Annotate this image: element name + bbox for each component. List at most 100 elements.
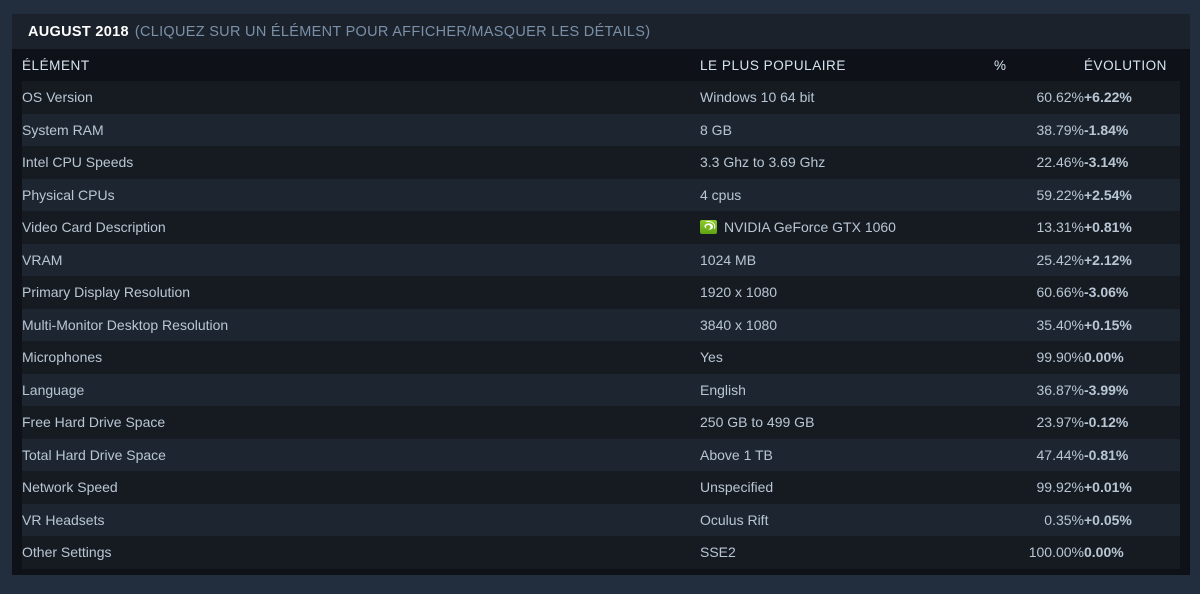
cell-element: System RAM	[22, 121, 104, 138]
cell-percent: 60.66%	[1036, 284, 1084, 301]
cell-element: Multi-Monitor Desktop Resolution	[22, 316, 229, 333]
cell-percent: 60.62%	[1036, 89, 1084, 106]
cell-evolution: +0.15%	[1084, 316, 1132, 333]
table-row-multi-monitor-desktop-resolution[interactable]: Multi-Monitor Desktop Resolution 3840 x …	[22, 308, 1180, 342]
cell-most-popular-label: 250 GB to 499 GB	[700, 414, 815, 431]
cell-most-popular: English	[700, 374, 994, 407]
cell-most-popular-label: 1024 MB	[700, 251, 757, 268]
table-row-vram[interactable]: VRAM 1024 MB 25.42% +2.12%	[22, 243, 1180, 277]
cell-evolution: -3.06%	[1084, 284, 1129, 301]
cell-most-popular: Yes	[700, 341, 994, 374]
cell-most-popular-label: 8 GB	[700, 121, 732, 138]
cell-percent: 23.97%	[1036, 414, 1084, 431]
table-header-row: ÉLÉMENT LE PLUS POPULAIRE % ÉVOLUTION	[22, 49, 1180, 81]
cell-most-popular-label: 3.3 Ghz to 3.69 Ghz	[700, 154, 826, 171]
table-row-language[interactable]: Language English 36.87% -3.99%	[22, 373, 1180, 407]
column-header-percent[interactable]: %	[994, 49, 1084, 81]
hardware-survey-table: ÉLÉMENT LE PLUS POPULAIRE % ÉVOLUTION OS…	[22, 49, 1180, 569]
table-row-other-settings[interactable]: Other Settings SSE2 100.00% 0.00%	[22, 536, 1180, 569]
cell-most-popular-label: 3840 x 1080	[700, 316, 778, 333]
column-header-element[interactable]: ÉLÉMENT	[22, 49, 700, 81]
cell-element: Free Hard Drive Space	[22, 414, 166, 431]
table-row-microphones[interactable]: Microphones Yes 99.90% 0.00%	[22, 341, 1180, 374]
table-row-system-ram[interactable]: System RAM 8 GB 38.79% -1.84%	[22, 113, 1180, 147]
cell-most-popular: SSE2	[700, 536, 994, 569]
cell-percent: 25.42%	[1036, 251, 1084, 268]
steam-hardware-survey-panel: AUGUST 2018 (CLIQUEZ SUR UN ÉLÉMENT POUR…	[12, 14, 1190, 575]
cell-most-popular: Above 1 TB	[700, 439, 994, 472]
cell-element: OS Version	[22, 89, 93, 106]
cell-percent: 36.87%	[1036, 381, 1084, 398]
table-row-primary-display-resolution[interactable]: Primary Display Resolution 1920 x 1080 6…	[22, 276, 1180, 309]
cell-element: Network Speed	[22, 479, 118, 496]
cell-percent: 99.92%	[1036, 479, 1084, 496]
cell-evolution: -1.84%	[1084, 121, 1129, 138]
cell-percent: 100.00%	[1028, 544, 1084, 561]
cell-element: Primary Display Resolution	[22, 284, 191, 301]
cell-most-popular-label: Oculus Rift	[700, 511, 769, 528]
cell-most-popular: 3840 x 1080	[700, 309, 994, 342]
cell-percent: 0.35%	[1044, 511, 1084, 528]
column-header-evolution[interactable]: ÉVOLUTION	[1084, 49, 1180, 81]
cell-percent: 47.44%	[1036, 446, 1084, 463]
table-container: ÉLÉMENT LE PLUS POPULAIRE % ÉVOLUTION OS…	[12, 49, 1190, 569]
cell-evolution: +0.01%	[1084, 479, 1132, 496]
cell-most-popular-label: English	[700, 381, 746, 398]
cell-evolution: +2.12%	[1084, 251, 1132, 268]
cell-most-popular: Oculus Rift	[700, 504, 994, 537]
cell-evolution: -3.99%	[1084, 381, 1129, 398]
cell-most-popular-label: Above 1 TB	[700, 446, 773, 463]
cell-most-popular: Unspecified	[700, 471, 994, 504]
cell-element: VR Headsets	[22, 511, 105, 528]
cell-evolution: 0.00%	[1084, 349, 1124, 366]
cell-element: Video Card Description	[22, 219, 166, 236]
cell-most-popular-label: SSE2	[700, 544, 736, 561]
cell-most-popular: 4 cpus	[700, 179, 994, 212]
cell-element: Physical CPUs	[22, 186, 115, 203]
table-row-vr-headsets[interactable]: VR Headsets Oculus Rift 0.35% +0.05%	[22, 503, 1180, 537]
table-row-network-speed[interactable]: Network Speed Unspecified 99.92% +0.01%	[22, 471, 1180, 504]
cell-evolution: -0.81%	[1084, 446, 1129, 463]
cell-most-popular: 1920 x 1080	[700, 276, 994, 309]
survey-month-label: AUGUST 2018	[28, 23, 129, 40]
cell-element: Language	[22, 381, 85, 398]
cell-evolution: -3.14%	[1084, 154, 1129, 171]
cell-percent: 99.90%	[1036, 349, 1084, 366]
cell-most-popular: Windows 10 64 bit	[700, 81, 994, 114]
cell-element: Other Settings	[22, 544, 112, 561]
cell-element: Intel CPU Speeds	[22, 154, 134, 171]
cell-percent: 59.22%	[1036, 186, 1084, 203]
panel-header: AUGUST 2018 (CLIQUEZ SUR UN ÉLÉMENT POUR…	[12, 14, 1190, 49]
nvidia-logo-icon	[700, 220, 717, 235]
column-header-most-popular[interactable]: LE PLUS POPULAIRE	[700, 49, 994, 81]
cell-most-popular-label: Unspecified	[700, 479, 774, 496]
table-row-os-version[interactable]: OS Version Windows 10 64 bit 60.62% +6.2…	[22, 81, 1180, 114]
cell-percent: 13.31%	[1036, 219, 1084, 236]
cell-most-popular: 8 GB	[700, 114, 994, 147]
table-row-free-hard-drive-space[interactable]: Free Hard Drive Space 250 GB to 499 GB 2…	[22, 406, 1180, 439]
cell-most-popular-label: 4 cpus	[700, 186, 742, 203]
cell-element: Microphones	[22, 349, 103, 366]
cell-evolution: +2.54%	[1084, 186, 1132, 203]
cell-most-popular-label: NVIDIA GeForce GTX 1060	[724, 219, 896, 236]
cell-percent: 22.46%	[1036, 154, 1084, 171]
cell-element: VRAM	[22, 251, 63, 268]
cell-most-popular: 3.3 Ghz to 3.69 Ghz	[700, 146, 994, 179]
page-background: AUGUST 2018 (CLIQUEZ SUR UN ÉLÉMENT POUR…	[0, 0, 1200, 594]
cell-most-popular-label: 1920 x 1080	[700, 284, 778, 301]
cell-evolution: +0.05%	[1084, 511, 1132, 528]
cell-most-popular: NVIDIA GeForce GTX 1060	[700, 211, 994, 244]
cell-evolution: -0.12%	[1084, 414, 1129, 431]
cell-most-popular: 1024 MB	[700, 244, 994, 277]
cell-element: Total Hard Drive Space	[22, 446, 166, 463]
cell-most-popular: 250 GB to 499 GB	[700, 406, 994, 439]
cell-percent: 35.40%	[1036, 316, 1084, 333]
table-row-total-hard-drive-space[interactable]: Total Hard Drive Space Above 1 TB 47.44%…	[22, 438, 1180, 472]
table-body: OS Version Windows 10 64 bit 60.62% +6.2…	[22, 81, 1180, 569]
table-row-physical-cpus[interactable]: Physical CPUs 4 cpus 59.22% +2.54%	[22, 178, 1180, 212]
table-row-video-card-description[interactable]: Video Card Description NVIDIA GeForce GT…	[22, 211, 1180, 244]
cell-evolution: +6.22%	[1084, 89, 1132, 106]
cell-most-popular-label: Windows 10 64 bit	[700, 89, 815, 106]
panel-header-hint: (CLIQUEZ SUR UN ÉLÉMENT POUR AFFICHER/MA…	[134, 23, 651, 40]
table-row-intel-cpu-speeds[interactable]: Intel CPU Speeds 3.3 Ghz to 3.69 Ghz 22.…	[22, 146, 1180, 179]
